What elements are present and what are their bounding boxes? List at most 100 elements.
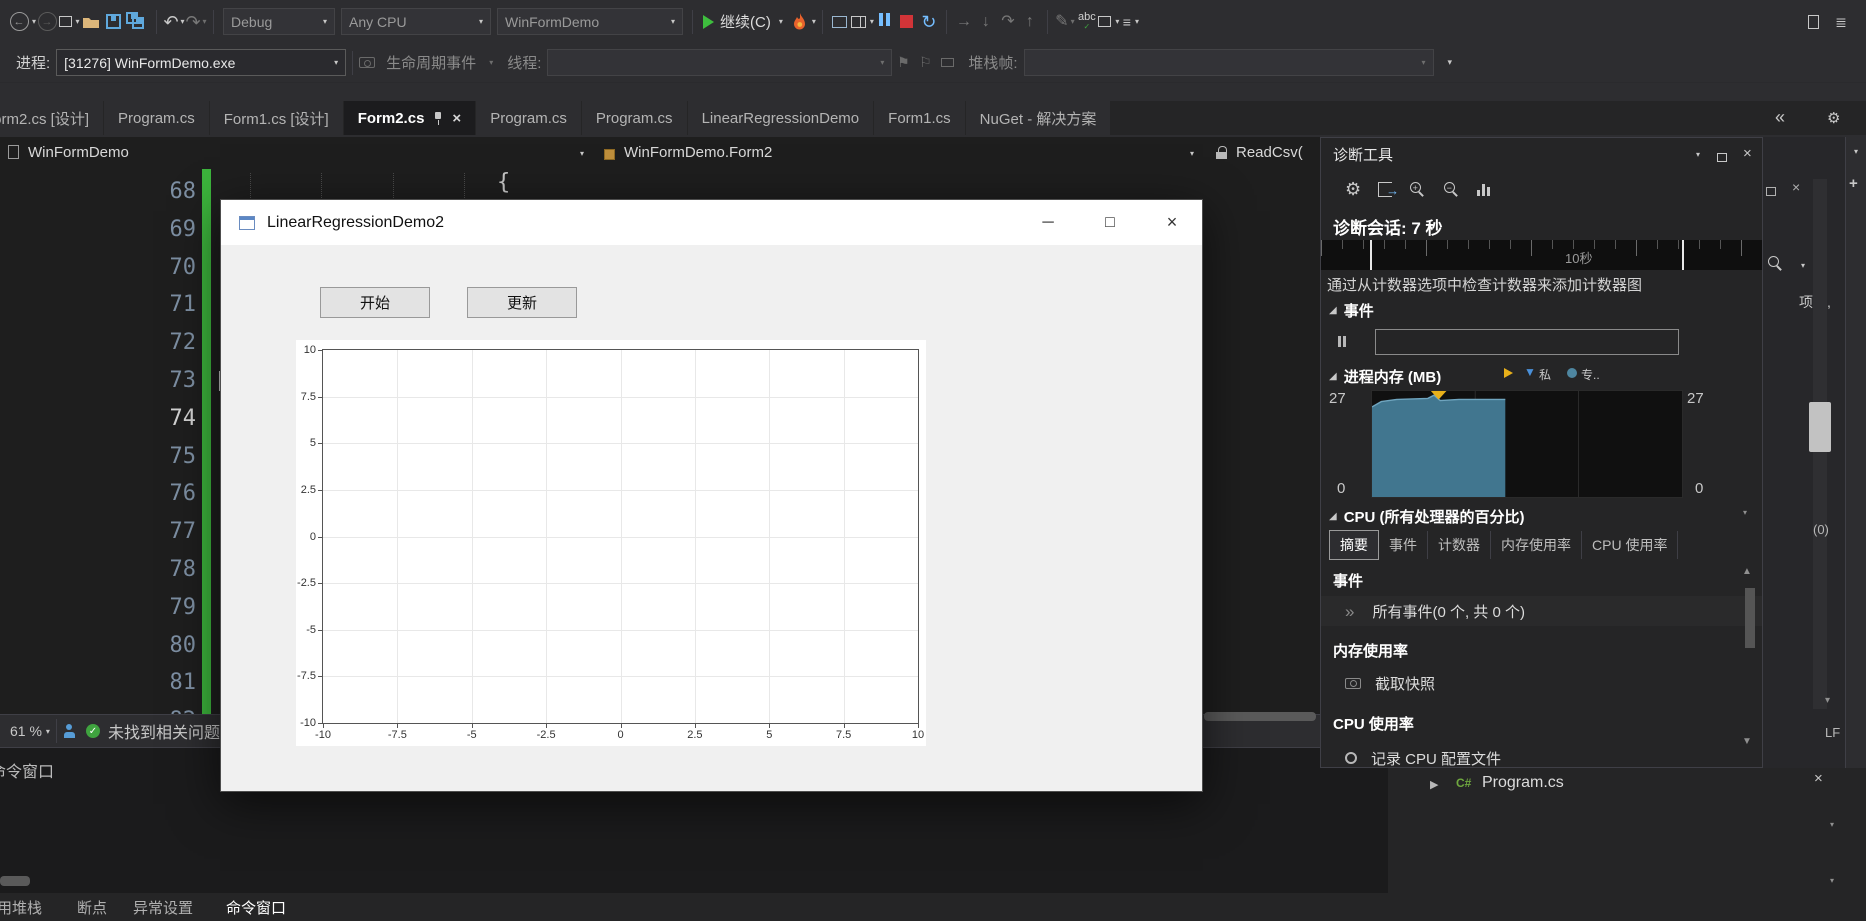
window-position-icon[interactable]: ▾ [1696,150,1700,159]
window-layout-button[interactable]: ▾ [851,8,874,36]
toolbar-options-button[interactable]: ≣ [1830,8,1852,36]
all-events-row[interactable]: » 所有事件(0 个, 共 0 个) [1321,596,1763,626]
record-cpu-link[interactable]: 记录 CPU 配置文件 [1371,748,1501,769]
timeline-ruler[interactable]: 10秒 [1321,240,1763,270]
tab-linearregressiondemo[interactable]: LinearRegressionDemo [688,101,875,135]
tab-exception-settings[interactable]: 异常设置 [133,893,193,921]
tab-call-stack[interactable]: 调用堆栈 [0,893,42,921]
scroll-down-icon[interactable]: ▾ [1825,695,1830,706]
show-next-statement-button[interactable]: → [953,8,975,36]
diagnostic-tools-button[interactable] [829,8,851,36]
save-all-button[interactable] [124,8,150,36]
breadcrumb-type[interactable]: WinFormDemo.Form2 [624,144,772,161]
open-folder-button[interactable] [80,8,102,36]
winforms-app-window[interactable]: LinearRegressionDemo2 ─ □ × 开始 更新 107.55… [220,199,1203,792]
save-button[interactable] [102,8,124,36]
zoom-level[interactable]: 61 % [10,723,42,739]
update-button[interactable]: 更新 [467,287,577,318]
close-icon[interactable]: × [1814,770,1823,787]
pause-events-icon[interactable] [1337,334,1347,352]
continue-button[interactable]: 继续(C) ▾ [699,8,787,36]
scroll-down-icon[interactable]: ▾ [1830,876,1834,885]
step-out-button[interactable]: ↑ [1019,8,1041,36]
graphs-scroll-down-icon[interactable]: ▾ [1743,508,1747,517]
dtab-memory-usage[interactable]: 内存使用率 [1491,531,1582,559]
scrollbar-thumb[interactable] [1809,402,1831,452]
search-icon[interactable] [1767,255,1784,277]
restart-button[interactable]: ↻ [918,8,940,36]
tab-breakpoints[interactable]: 断点 [77,893,107,921]
breadcrumb-project[interactable]: WinFormDemo [28,144,129,161]
undo-button[interactable]: ↶▾ [163,8,185,36]
flag-outline-button[interactable]: ⚐ [914,49,936,77]
solution-platform-combo[interactable]: Any CPU▾ [341,8,491,35]
navigate-back-button[interactable]: ← [8,8,30,36]
all-events-link[interactable]: 所有事件(0 个, 共 0 个) [1372,601,1525,622]
hot-reload-button[interactable]: ▾ [793,8,816,36]
thread-combo[interactable]: ▾ [547,49,892,76]
diagnostics-header[interactable]: 诊断工具 ▾ × [1321,138,1762,170]
ime-toggle-button[interactable]: ▾ [1098,8,1120,36]
break-all-button[interactable] [874,8,896,36]
detail-scroll-up-icon[interactable]: ▲ [1742,566,1752,577]
add-item-button[interactable] [1802,8,1824,36]
solution-configuration-combo[interactable]: Debug▾ [223,8,335,35]
minimize-button[interactable]: ─ [1026,208,1070,238]
breadcrumb-member[interactable]: ReadCsv( [1236,144,1303,161]
message-button[interactable] [936,49,958,77]
zoom-in-icon[interactable]: + [1409,181,1426,198]
detail-scroll-down-icon[interactable]: ▼ [1742,736,1752,747]
process-combo[interactable]: [31276] WinFormDemo.exe▾ [56,49,346,76]
settings-gear-icon[interactable]: ⚙ [1345,179,1361,200]
startup-project-combo[interactable]: WinFormDemo▾ [497,8,683,35]
dtab-cpu-usage[interactable]: CPU 使用率 [1582,531,1678,559]
dock-target-icon[interactable]: + [1849,175,1858,192]
start-button[interactable]: 开始 [320,287,430,318]
maximize-button[interactable]: □ [1088,208,1132,238]
breadcrumb-project-dropdown-icon[interactable]: ▾ [580,149,584,158]
expand-arrow-icon[interactable]: ▶ [1430,778,1438,791]
tab-command-window[interactable]: 命令窗口 [226,893,286,921]
detail-scrollbar-thumb[interactable] [1745,588,1755,648]
collapse-triangle-icon[interactable]: ◢ [1329,305,1337,316]
dtab-summary[interactable]: 摘要 [1329,530,1379,560]
close-pane-icon[interactable]: × [1792,179,1800,195]
step-into-button[interactable]: ↓ [975,8,997,36]
dock-icon[interactable] [1766,183,1776,201]
text-tools-button[interactable]: ≡▾ [1120,8,1142,36]
scroll-down-icon[interactable]: ▾ [1830,820,1834,829]
timeline-cursor-left[interactable] [1370,240,1372,270]
pin-icon[interactable] [433,111,443,125]
flag-filled-button[interactable]: ⚑ [892,49,914,77]
take-snapshot-link[interactable]: 截取快照 [1375,673,1435,694]
form-title-bar[interactable]: LinearRegressionDemo2 ─ □ × [221,200,1202,245]
timeline-cursor-right[interactable] [1682,240,1684,270]
cpu-section-header[interactable]: ◢ CPU (所有处理器的百分比) [1329,506,1525,527]
spell-check-button[interactable]: abc ✓ [1076,8,1098,36]
zoom-out-icon[interactable]: − [1443,181,1460,198]
tab-program-cs-1[interactable]: Program.cs [104,101,210,135]
tab-form1-design[interactable]: Form1.cs [设计] [210,101,344,135]
close-tab-icon[interactable]: × [452,110,461,127]
toolbar-overflow-icon[interactable]: ▾ [1448,57,1453,68]
float-window-icon[interactable] [1717,149,1727,167]
memory-section-header[interactable]: ◢ 进程内存 (MB) [1329,366,1441,387]
command-scrollbar[interactable] [0,876,30,886]
lifecycle-events-button[interactable]: 生命周期事件 ▾ [359,49,493,77]
close-button[interactable]: × [1150,208,1194,238]
horizontal-scrollbar[interactable] [1204,712,1316,721]
tab-program-cs-3[interactable]: Program.cs [582,101,688,135]
stack-frame-combo[interactable]: ▾ [1024,49,1434,76]
navigate-forward-button[interactable]: → [36,8,58,36]
tab-nuget[interactable]: NuGet - 解决方案 [966,101,1112,135]
stop-debugging-button[interactable] [896,8,918,36]
zoom-dropdown-icon[interactable]: ▾ [46,727,50,736]
edge-dropdown-icon[interactable]: ▾ [1854,147,1858,156]
live-share-icon[interactable] [63,724,76,738]
close-panel-icon[interactable]: × [1743,145,1752,162]
breadcrumb-type-dropdown-icon[interactable]: ▾ [1190,149,1194,158]
dtab-events[interactable]: 事件 [1379,531,1428,559]
step-over-button[interactable]: ↷ [997,8,1019,36]
record-cpu-row[interactable]: 记录 CPU 配置文件 [1321,743,1763,768]
collapse-triangle-icon[interactable]: ◢ [1329,371,1337,382]
